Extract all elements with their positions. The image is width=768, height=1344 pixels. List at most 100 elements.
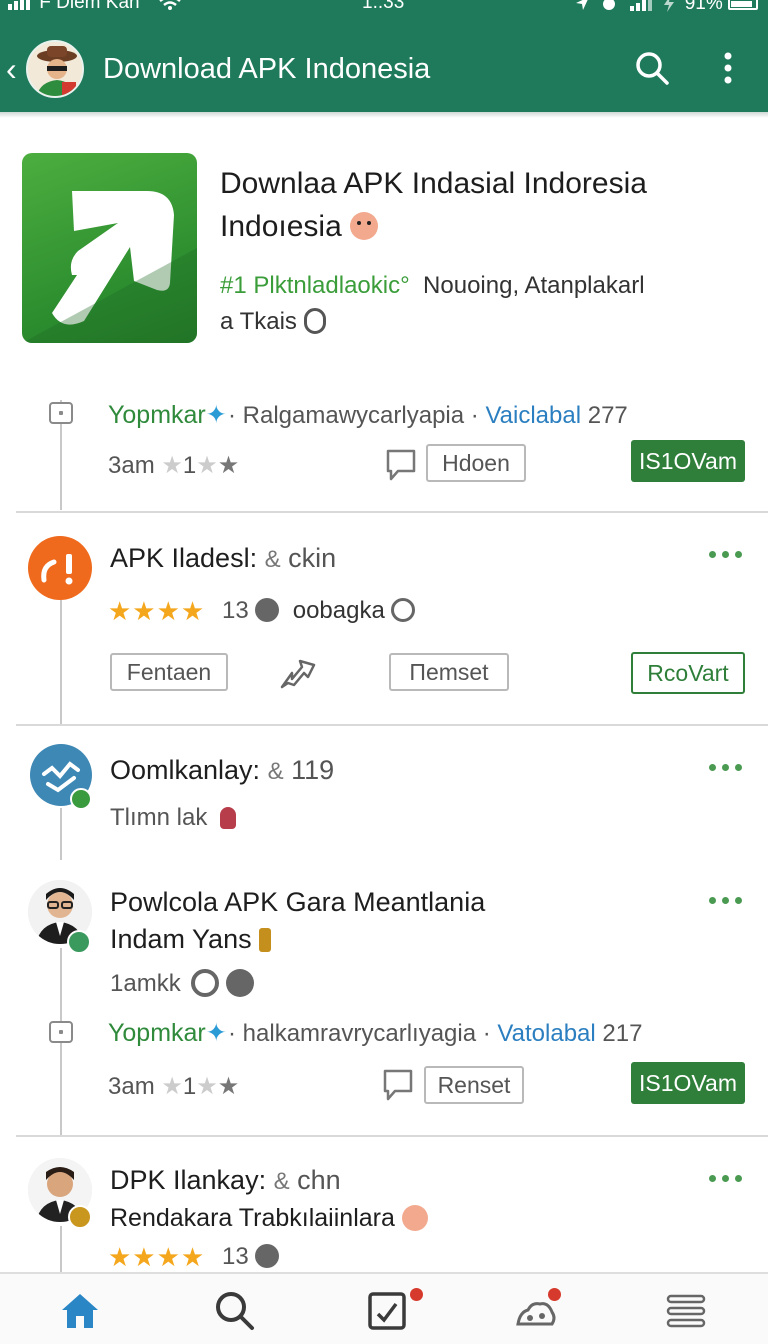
post3-title[interactable]: Oomlkanlay: & 119 xyxy=(110,752,334,790)
pin-icon xyxy=(220,807,237,829)
online-badge-icon xyxy=(70,788,92,810)
post1-meta-count: 277 xyxy=(587,402,628,429)
emoji-icon xyxy=(391,598,416,622)
hero-title: Downlaa APK Indasial Indoresia Indoıesia xyxy=(220,162,740,248)
flag-icon xyxy=(259,928,272,952)
back-chevron-icon[interactable]: ‹ xyxy=(6,53,17,85)
app-title: Download APK Indonesia xyxy=(103,53,431,85)
post4-author[interactable]: Yopmkar✦ xyxy=(108,1018,227,1048)
bottom-nav xyxy=(0,1272,768,1344)
app-bar: ‹ Download APK Indonesia xyxy=(0,26,768,112)
battery-icon xyxy=(728,0,758,10)
post4-time-rating: 3am ★1★★ xyxy=(108,1073,240,1100)
post4-subtitle: 1amkk xyxy=(110,969,255,999)
post4-meta-count: 217 xyxy=(602,1020,643,1047)
post1-time-rating: 3am ★1★★ xyxy=(108,452,240,479)
people-icon: & xyxy=(267,758,284,785)
badge-icon xyxy=(255,1244,280,1268)
hero-title-line1: Downlaa APK Indasial Indoresia xyxy=(220,167,647,200)
status-badge-icon xyxy=(67,930,91,954)
battery-percent: 91% xyxy=(684,0,723,15)
app-icon[interactable] xyxy=(22,153,197,343)
app-header: F Diem Kan 1..33 91% ‹ Download APK Indo… xyxy=(0,0,768,116)
reaction-icon xyxy=(191,969,220,997)
hero-sub-green: #1 Plktnladlaokic° xyxy=(220,272,410,299)
heart-icon xyxy=(226,969,255,997)
post4-meta-tag[interactable]: Vatolabal xyxy=(497,1020,595,1047)
location-arrow-icon xyxy=(575,0,588,10)
channel-avatar[interactable] xyxy=(26,40,84,98)
post5-stars: ★★★★ xyxy=(108,1242,206,1272)
people-icon: & xyxy=(273,1168,290,1195)
post4-title[interactable]: Powlcola APK Gara Meantlania Indam Yans xyxy=(110,884,485,958)
post4-primary-button[interactable]: IS1OVam xyxy=(631,1062,745,1104)
hero-sub-line1: #1 Plktnladlaokic° Nouoing, Atanplakarl xyxy=(220,268,750,304)
wifi-icon xyxy=(159,0,181,10)
more-vert-icon[interactable] xyxy=(710,50,746,88)
post5-rating-count: 13 xyxy=(222,1242,280,1272)
hero-title-line2-text: Indoıesia xyxy=(220,210,342,243)
charging-icon xyxy=(664,0,675,12)
hero-subtitle: #1 Plktnladlaokic° Nouoing, Atanplakarl … xyxy=(220,268,750,340)
carrier-name: F Diem Kan xyxy=(39,0,140,14)
post5-more-icon[interactable] xyxy=(709,1173,743,1183)
warning-avatar-icon[interactable] xyxy=(28,536,92,600)
apk-logo-icon xyxy=(22,191,197,343)
notification-dot xyxy=(410,1288,423,1301)
thread-node-icon xyxy=(49,402,73,424)
thread-line xyxy=(60,600,62,724)
search-icon[interactable] xyxy=(212,1288,256,1332)
face-emoji-icon xyxy=(401,1205,428,1231)
hero-sub-line2-text: a Tkais xyxy=(220,308,297,335)
badge-icon xyxy=(255,598,280,622)
post4-meta: · halkamravrycarlıyagia · Vatolabal 217 xyxy=(228,1020,643,1047)
post1-meta-tag[interactable]: Vaiclabal xyxy=(485,402,581,429)
comment-icon[interactable] xyxy=(385,448,417,482)
post2-rating-tag: 13 oobagka xyxy=(222,596,416,626)
thread-node-icon xyxy=(49,1021,73,1043)
app-bar-shadow xyxy=(0,112,768,118)
hero-title-line2: Indoıesia xyxy=(220,205,740,248)
mic-icon xyxy=(303,308,326,334)
status-left: F Diem Kan xyxy=(8,0,181,14)
status-badge-icon xyxy=(68,1205,92,1229)
notification-dot xyxy=(548,1288,561,1301)
status-bar: F Diem Kan 1..33 91% xyxy=(0,0,768,18)
post5-subtitle: Rendakara Trabkılaiinlara xyxy=(110,1203,428,1233)
alarm-icon xyxy=(602,0,615,10)
post1-author[interactable]: Yopmkar✦ xyxy=(108,400,227,430)
post1-primary-button[interactable]: IS1OVam xyxy=(631,440,745,482)
status-time: 1..33 xyxy=(362,0,405,13)
hero-sub-rest: Nouoing, Atanplakarl xyxy=(423,272,645,299)
search-icon[interactable] xyxy=(634,50,670,88)
comment-icon[interactable] xyxy=(382,1068,414,1102)
post1-meta: · Ralgamawycarlyapia · Vaiclabal 277 xyxy=(228,402,628,429)
share-arrow-icon[interactable] xyxy=(278,657,318,693)
post3-more-icon[interactable] xyxy=(709,762,743,772)
post2-title[interactable]: APK Iladesl: & ckin xyxy=(110,540,336,578)
divider xyxy=(16,1135,768,1137)
avatar-illustration xyxy=(28,42,82,96)
menu-list-icon[interactable] xyxy=(664,1288,708,1332)
checklist-icon[interactable] xyxy=(366,1288,410,1332)
home-icon[interactable] xyxy=(58,1288,102,1332)
thread-line xyxy=(60,808,62,860)
post1-action-button[interactable]: Hdoen xyxy=(426,444,526,482)
thread-line xyxy=(60,1226,62,1272)
hero-sub-line2: a Tkais xyxy=(220,304,750,340)
signal-strength-icon xyxy=(630,0,653,11)
face-emoji-icon xyxy=(350,212,379,240)
post2-stars: ★★★★ xyxy=(108,596,206,626)
post2-right-button[interactable]: RcoVart xyxy=(631,652,745,694)
signal-icon xyxy=(8,0,30,10)
post2-left-button[interactable]: Fentaen xyxy=(110,653,228,691)
status-right: 91% xyxy=(574,0,758,15)
people-icon: & xyxy=(264,546,281,573)
post4-more-icon[interactable] xyxy=(709,895,743,905)
post5-title[interactable]: DPK Ilankay: & chn xyxy=(110,1162,341,1200)
post2-more-icon[interactable] xyxy=(709,549,743,559)
divider xyxy=(16,724,768,726)
divider xyxy=(16,511,768,513)
post2-mid-button[interactable]: Пemset xyxy=(389,653,509,691)
post4-action-button[interactable]: Renset xyxy=(424,1066,524,1104)
